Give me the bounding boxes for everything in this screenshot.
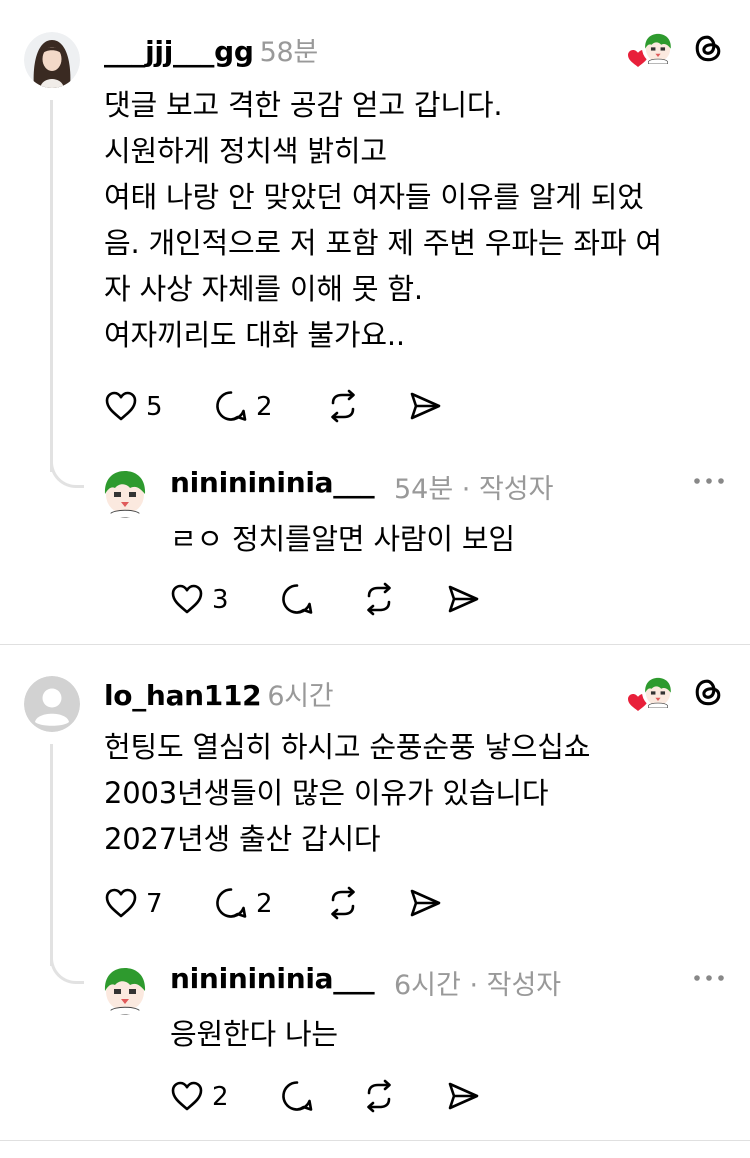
comment-icon [214, 389, 248, 423]
share-button[interactable] [446, 582, 480, 616]
author-tag: · 작성자 [461, 474, 554, 505]
like-button[interactable] [170, 583, 204, 615]
avatar[interactable] [24, 32, 80, 88]
reply-username[interactable]: nininininia___ [170, 466, 375, 499]
reply-avatar[interactable] [100, 965, 150, 1015]
comment-username[interactable]: lo_han112 6시간 [104, 674, 334, 713]
comment-line: 2003년생들이 많은 이유가 있습니다 [104, 776, 549, 810]
divider [0, 644, 750, 645]
reply-button[interactable] [280, 582, 314, 616]
repost-icon [326, 389, 360, 423]
share-icon [446, 1079, 480, 1113]
comment-icon [280, 1079, 314, 1113]
comment-text: 댓글 보고 격한 공감 얻고 갑니다. 시원하게 정치색 밝히고 여태 나랑 안… [104, 82, 724, 358]
reply-button[interactable] [280, 1079, 314, 1113]
comment-line: 시원하게 정치색 밝히고 [104, 134, 387, 168]
share-icon [408, 389, 442, 423]
thread-line [50, 744, 53, 966]
like-button[interactable] [104, 390, 138, 422]
timestamp: 54분 [394, 474, 454, 505]
comment-line: 2027년생 출산 갑시다 [104, 822, 381, 856]
comment-icon [214, 886, 248, 920]
reply-text: ㄹㅇ 정치를알면 사람이 보임 [170, 522, 515, 556]
liked-by-author-badge [626, 674, 674, 714]
more-icon [692, 973, 726, 983]
comment-line: 자 사상 자체를 이해 못 함. [104, 272, 423, 306]
like-count: 2 [212, 1082, 229, 1112]
comment-line: 음. 개인적으로 저 포함 제 주변 우파는 좌파 여 [104, 226, 662, 260]
comment-username[interactable]: ___jjj___gg 58분 [104, 30, 318, 69]
timestamp: 58분 [259, 37, 319, 68]
like-count: 5 [146, 392, 163, 422]
share-button[interactable] [446, 1079, 480, 1113]
username-text[interactable]: nininininia___ [170, 466, 375, 499]
share-icon [446, 582, 480, 616]
reply-count: 2 [256, 889, 273, 919]
repost-button[interactable] [326, 389, 360, 423]
reply-text: 응원한다 나는 [170, 1017, 338, 1051]
username-text[interactable]: lo_han112 [104, 679, 262, 712]
more-icon [692, 476, 726, 486]
threads-logo-icon[interactable] [690, 674, 726, 710]
like-button[interactable] [104, 887, 138, 919]
repost-button[interactable] [362, 1079, 396, 1113]
comment-line: 여자끼리도 대화 불가요.. [104, 318, 405, 352]
like-count: 7 [146, 889, 163, 919]
reply-button[interactable] [214, 389, 248, 423]
comment-line: 헌팅도 열심히 하시고 순풍순풍 낳으십쇼 [104, 730, 591, 764]
liked-by-author-badge [626, 30, 674, 70]
reply-button[interactable] [214, 886, 248, 920]
thread-line-curve [50, 452, 84, 488]
reply-meta: 6시간 · 작성자 [394, 963, 561, 1002]
comment-line: 여태 나랑 안 맞았던 여자들 이유를 알게 되었 [104, 180, 644, 214]
comment-line: 댓글 보고 격한 공감 얻고 갑니다. [104, 88, 503, 122]
reply-count: 2 [256, 392, 273, 422]
reply-username[interactable]: nininininia___ [170, 962, 375, 995]
threads-logo-icon[interactable] [690, 30, 726, 66]
repost-button[interactable] [326, 886, 360, 920]
share-button[interactable] [408, 886, 442, 920]
timestamp: 6시간 [394, 970, 461, 1001]
repost-icon [362, 582, 396, 616]
repost-icon [362, 1079, 396, 1113]
reply-avatar[interactable] [100, 468, 150, 518]
heart-icon [104, 887, 138, 919]
repost-button[interactable] [362, 582, 396, 616]
comment-text: 헌팅도 열심히 하시고 순풍순풍 낳으십쇼 2003년생들이 많은 이유가 있습… [104, 724, 724, 862]
more-options-button[interactable] [692, 476, 726, 486]
username-text[interactable]: nininininia___ [170, 962, 375, 995]
repost-icon [326, 886, 360, 920]
heart-icon [104, 390, 138, 422]
like-count: 3 [212, 585, 229, 615]
heart-icon [170, 583, 204, 615]
reply-meta: 54분 · 작성자 [394, 467, 553, 506]
thread-line-curve [50, 948, 84, 984]
timestamp: 6시간 [267, 681, 334, 712]
share-button[interactable] [408, 389, 442, 423]
divider [0, 1140, 750, 1141]
avatar[interactable] [24, 676, 80, 732]
thread-line [50, 100, 53, 472]
like-button[interactable] [170, 1080, 204, 1112]
heart-icon [170, 1080, 204, 1112]
more-options-button[interactable] [692, 973, 726, 983]
share-icon [408, 886, 442, 920]
comment-icon [280, 582, 314, 616]
username-text[interactable]: ___jjj___gg [104, 35, 254, 68]
author-tag: · 작성자 [469, 970, 562, 1001]
